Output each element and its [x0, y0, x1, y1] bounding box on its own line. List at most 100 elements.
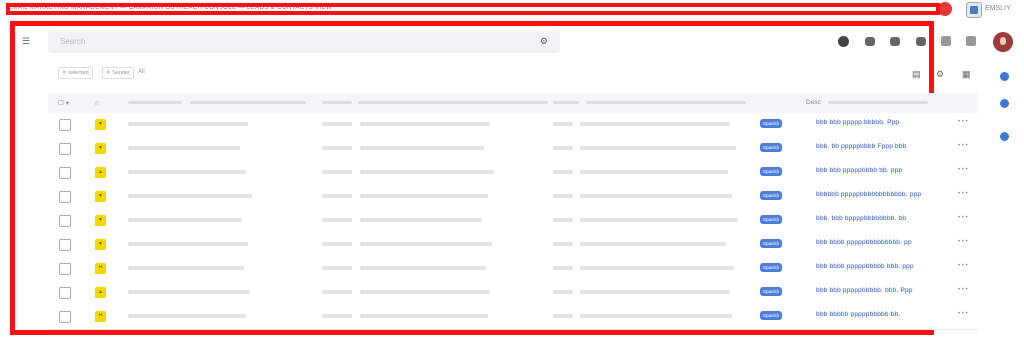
settings-icon[interactable]: ⚙ — [936, 69, 944, 80]
description-link[interactable]: bbb. bb pppppbbbb Fppp bbb — [816, 143, 907, 150]
row-checkbox[interactable] — [59, 239, 71, 251]
name-column-header[interactable] — [128, 101, 182, 104]
row-checkbox[interactable] — [59, 311, 71, 323]
row-checkbox[interactable] — [59, 263, 71, 275]
language-tag[interactable]: Spanish — [760, 143, 783, 152]
row-checkbox[interactable] — [59, 191, 71, 203]
row-notes — [580, 242, 726, 246]
search-input[interactable]: Search ⚙ — [48, 31, 560, 53]
table-row[interactable]: ▴ Spanish bbb bbb pppppbbbb bb. ppp • • … — [48, 161, 978, 186]
description-link[interactable]: bbb bbbb pppppbbbbb bbb. ppp — [816, 263, 914, 270]
filter-chip-sender[interactable]: ✕ Sender — [102, 67, 134, 79]
sticky-note-icon[interactable]: ▴ — [95, 287, 106, 298]
description-link[interactable]: bbbbbb pppppbbbbbbbbbbbb. ppp — [816, 191, 921, 198]
row-email-short — [322, 194, 352, 198]
calendar-icon[interactable]: ▤ — [912, 69, 921, 80]
row-actions-icon[interactable]: • • • — [958, 311, 968, 317]
row-actions-icon[interactable]: • • • — [958, 263, 968, 269]
side-panel-tasks-icon[interactable] — [1000, 99, 1009, 108]
sticky-note-icon[interactable]: ▾ — [95, 119, 106, 130]
avatar[interactable] — [993, 32, 1013, 52]
email-column-header[interactable] — [322, 101, 352, 104]
row-actions-icon[interactable]: • • • — [958, 191, 968, 197]
row-email-short — [322, 122, 352, 126]
row-actions-icon[interactable]: • • • — [958, 167, 968, 173]
language-tag[interactable]: Spanish — [760, 311, 783, 320]
table-row[interactable]: •• Spanish bbb bbbbb pppppbbbbb bb. • • … — [48, 305, 978, 330]
sticky-note-icon[interactable]: ▾ — [95, 191, 106, 202]
row-name — [128, 242, 248, 246]
desc-column-header[interactable]: Desc — [806, 99, 821, 106]
sticky-note-icon[interactable]: •• — [95, 311, 106, 322]
select-all-checkbox[interactable]: ☐ ▾ — [58, 99, 69, 107]
table-row[interactable]: ▾ Spanish bbb. bb pppppbbbb Fppp bbb • •… — [48, 137, 978, 162]
row-checkbox[interactable] — [59, 215, 71, 227]
language-tag[interactable]: Spanish — [760, 263, 783, 272]
row-checkbox[interactable] — [59, 143, 71, 155]
sticky-note-icon[interactable]: ▴ — [95, 167, 106, 178]
description-link[interactable]: bbb bbbbb pppppbbbbb bb. — [816, 311, 900, 318]
row-notes — [580, 218, 738, 222]
sticky-note-icon[interactable]: ▾ — [95, 143, 106, 154]
language-tag[interactable]: Spanish — [760, 167, 783, 176]
table-row[interactable]: ▾ Spanish bbbbbb pppppbbbbbbbbbbbb. ppp … — [48, 185, 978, 210]
table-row[interactable]: •• Spanish bbb bbbb pppppbbbbb bbb. ppp … — [48, 257, 978, 282]
sticky-note-icon[interactable]: ▾ — [95, 239, 106, 250]
sticky-note-icon[interactable]: ▾ — [95, 215, 106, 226]
language-tag[interactable]: Spanish — [760, 287, 783, 296]
row-email — [360, 218, 482, 222]
row-actions-icon[interactable]: • • • — [958, 239, 968, 245]
date-column-header[interactable] — [553, 101, 579, 104]
notes-column-header[interactable] — [586, 101, 746, 104]
fullscreen-icon[interactable]: ▦ — [962, 69, 971, 80]
row-date — [553, 266, 573, 270]
row-checkbox[interactable] — [59, 119, 71, 131]
gamepad-icon[interactable] — [890, 37, 900, 46]
sticky-note-icon[interactable]: •• — [95, 263, 106, 274]
table-row[interactable]: ▾ Spanish bbb. bbb bppppbbbbbbbb. bb • •… — [48, 209, 978, 234]
language-tag[interactable]: Spanish — [760, 239, 783, 248]
description-link[interactable]: bbb bbb ppppp.bbbbb. Ppp — [816, 119, 899, 126]
row-email-short — [322, 146, 352, 150]
printer-icon[interactable] — [916, 37, 926, 46]
description-link[interactable]: bbb bbb pppppbbbb bb. ppp — [816, 167, 902, 174]
row-checkbox[interactable] — [59, 287, 71, 299]
sliders-icon[interactable]: ⚙ — [540, 36, 548, 47]
help-icon[interactable] — [838, 36, 849, 47]
row-actions-icon[interactable]: • • • — [958, 215, 968, 221]
row-actions-icon[interactable]: • • • — [958, 119, 968, 125]
row-email — [360, 266, 486, 270]
row-date — [553, 314, 573, 318]
row-checkbox[interactable] — [59, 167, 71, 179]
row-actions-icon[interactable]: • • • — [958, 143, 968, 149]
description-link[interactable]: bbb bbbb pppppbbbbbbbbb. pp — [816, 239, 912, 246]
desc-filter-bar[interactable] — [828, 101, 928, 104]
grid-icon[interactable] — [941, 36, 951, 46]
filter-chip-selected[interactable]: ✕ selected — [58, 67, 93, 79]
row-name — [128, 194, 252, 198]
row-email — [360, 242, 492, 246]
language-tag[interactable]: Spanish — [760, 215, 783, 224]
side-panel-add-icon[interactable] — [1000, 132, 1009, 141]
clear-filters-link[interactable]: All — [138, 69, 145, 75]
menu-icon[interactable]: ☰ — [22, 36, 30, 47]
row-notes — [580, 314, 732, 318]
language-tag[interactable]: Spanish — [760, 119, 783, 128]
description-link[interactable]: bbb bbb pppppbbbbb. bbb. Ppp — [816, 287, 913, 294]
table-row[interactable]: ▴ Spanish bbb bbb pppppbbbbb. bbb. Ppp •… — [48, 281, 978, 306]
side-panel-calendar-icon[interactable] — [1000, 72, 1009, 81]
table-row[interactable]: ▾ Spanish bbb bbb ppppp.bbbbb. Ppp • • • — [48, 113, 978, 138]
language-tag[interactable]: Spanish — [760, 191, 783, 200]
row-notes — [580, 290, 730, 294]
record-icon[interactable] — [938, 2, 952, 16]
save-icon[interactable] — [966, 36, 976, 46]
table-row[interactable]: ▾ Spanish bbb bbbb pppppbbbbbbbbb. pp • … — [48, 233, 978, 258]
camera-icon[interactable] — [865, 37, 875, 46]
row-date — [553, 218, 573, 222]
row-actions-icon[interactable]: • • • — [958, 287, 968, 293]
star-column-header[interactable]: ☆ — [94, 99, 100, 107]
description-link[interactable]: bbb. bbb bppppbbbbbbbb. bb — [816, 215, 906, 222]
email-detail-column-header[interactable] — [358, 101, 548, 104]
subject-column-header[interactable] — [190, 101, 306, 104]
app-icon[interactable] — [966, 2, 982, 18]
